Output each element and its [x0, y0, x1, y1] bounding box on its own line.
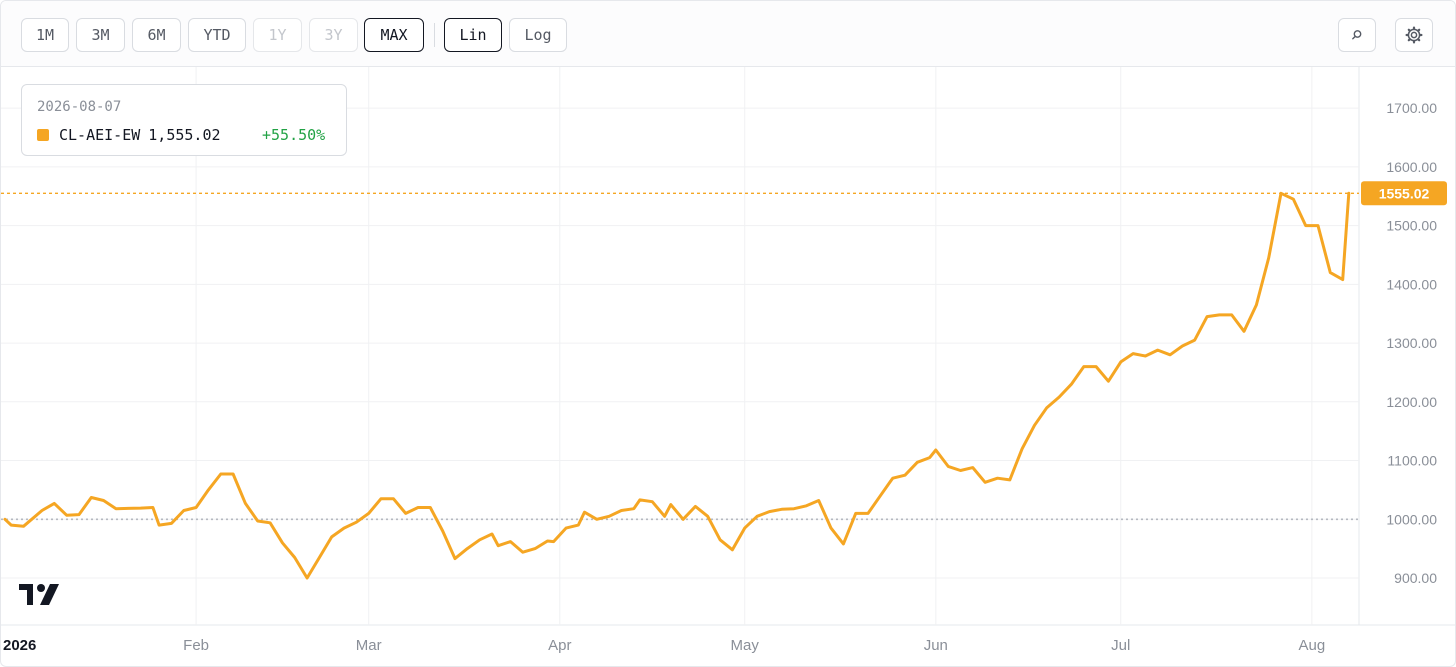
chart-widget: 1M 3M 6M YTD 1Y 3Y MAX Lin Log 900.00 10… — [0, 0, 1456, 667]
series-swatch — [37, 129, 49, 141]
y-axis: 900.00 1000.00 1100.00 1200.00 1300.00 1400.0… — [1361, 100, 1447, 586]
x-tick-label: Feb — [183, 637, 209, 654]
last-value-label: 1555.02 — [1379, 185, 1430, 201]
crosshair-tooltip: 2026-08-07 CL-AEI-EW 1,555.02 +55.50% — [21, 84, 347, 156]
series-line — [3, 191, 1351, 580]
x-tick-label: 2026 — [3, 637, 36, 654]
toolbar-divider — [434, 23, 435, 47]
y-tick-label: 1700.00 — [1386, 100, 1437, 116]
x-tick-label: Aug — [1298, 637, 1325, 654]
chart-toolbar: 1M 3M 6M YTD 1Y 3Y MAX Lin Log — [1, 1, 1455, 67]
y-tick-label: 1400.00 — [1386, 276, 1437, 292]
x-tick-label: Apr — [548, 637, 571, 654]
search-button[interactable] — [1338, 18, 1376, 52]
y-tick-label: 900.00 — [1394, 570, 1437, 586]
range-max-button[interactable]: MAX — [364, 18, 424, 52]
tooltip-change: +55.50% — [262, 126, 326, 144]
range-1y-button[interactable]: 1Y — [253, 18, 302, 52]
price-chart[interactable]: 900.00 1000.00 1100.00 1200.00 1300.00 1400.0… — [1, 67, 1456, 667]
scale-log-button[interactable]: Log — [509, 18, 567, 52]
range-3y-button[interactable]: 3Y — [309, 18, 358, 52]
y-tick-label: 1300.00 — [1386, 335, 1437, 351]
series-layer — [3, 191, 1351, 580]
scale-linear-button[interactable]: Lin — [444, 18, 502, 52]
y-tick-label: 1600.00 — [1386, 159, 1437, 175]
tooltip-series-row: CL-AEI-EW 1,555.02 — [37, 126, 221, 144]
range-3m-button[interactable]: 3M — [76, 18, 125, 52]
x-tick-label: May — [731, 637, 760, 654]
y-tick-label: 1200.00 — [1386, 394, 1437, 410]
y-tick-label: 1100.00 — [1387, 453, 1437, 469]
range-ytd-button[interactable]: YTD — [188, 18, 246, 52]
tooltip-date: 2026-08-07 — [37, 99, 122, 115]
tooltip-series-name: CL-AEI-EW — [59, 126, 141, 144]
tradingview-logo-icon[interactable] — [19, 581, 67, 607]
y-tick-label: 1500.00 — [1386, 218, 1437, 234]
x-axis: 2026 Feb Mar Apr May Jun Jul Aug — [3, 637, 1325, 654]
baseline-layer — [1, 192, 1359, 521]
settings-button[interactable] — [1395, 18, 1433, 52]
range-6m-button[interactable]: 6M — [132, 18, 181, 52]
range-1m-button[interactable]: 1M — [21, 18, 69, 52]
search-icon — [1352, 30, 1362, 40]
x-tick-label: Jul — [1111, 637, 1130, 654]
y-tick-label: 1000.00 — [1386, 511, 1437, 527]
x-tick-label: Mar — [356, 637, 382, 654]
tooltip-value: 1,555.02 — [148, 126, 221, 144]
gear-icon — [1405, 26, 1423, 44]
x-tick-label: Jun — [924, 637, 948, 654]
